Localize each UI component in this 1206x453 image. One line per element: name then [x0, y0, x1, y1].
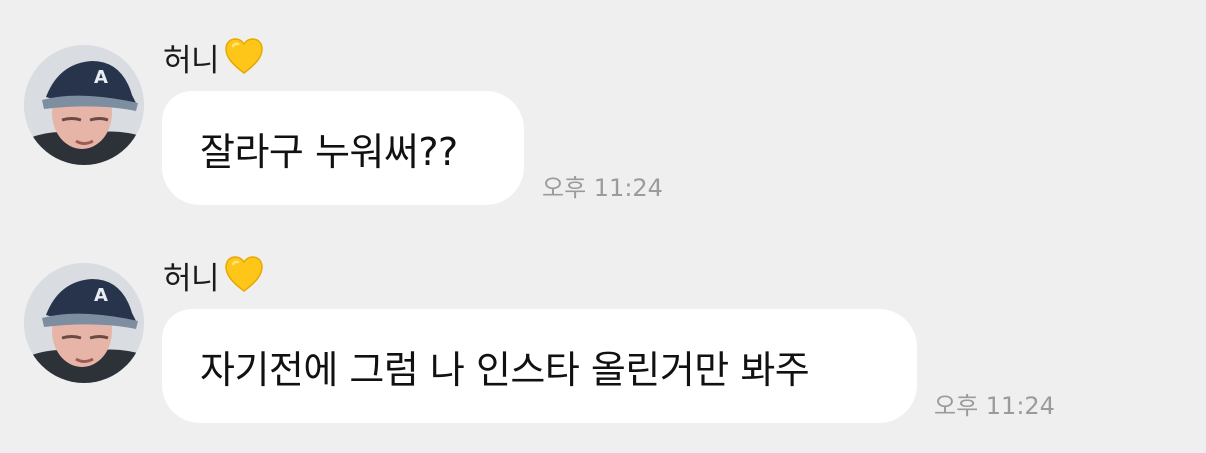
sender: 허니: [163, 36, 265, 79]
avatar[interactable]: A: [24, 45, 144, 165]
message-bubble[interactable]: 자기전에 그럼 나 인스타 올린거만 봐주: [162, 309, 917, 423]
svg-text:A: A: [94, 285, 108, 306]
profile-photo-icon: A: [24, 263, 144, 383]
chat-message: A 허니 자기전에 그럼 나 인스타 올린거만 봐주 오후 11:24: [0, 218, 1206, 423]
sender: 허니: [163, 254, 265, 297]
sender-name: 허니: [163, 42, 220, 79]
chat-message: A 허니 잘라구 누워써?? 오후 11:24: [0, 0, 1206, 205]
profile-photo-icon: A: [24, 45, 144, 165]
avatar[interactable]: A: [24, 263, 144, 383]
message-timestamp: 오후 11:24: [542, 174, 663, 202]
message-bubble[interactable]: 잘라구 누워써??: [162, 91, 524, 205]
message-text: 자기전에 그럼 나 인스타 올린거만 봐주: [200, 347, 810, 392]
message-text: 잘라구 누워써??: [200, 129, 458, 174]
yellow-heart-icon: [223, 36, 265, 78]
sender-name: 허니: [163, 260, 220, 297]
message-timestamp: 오후 11:24: [934, 392, 1055, 420]
yellow-heart-icon: [223, 254, 265, 296]
svg-text:A: A: [94, 67, 108, 88]
